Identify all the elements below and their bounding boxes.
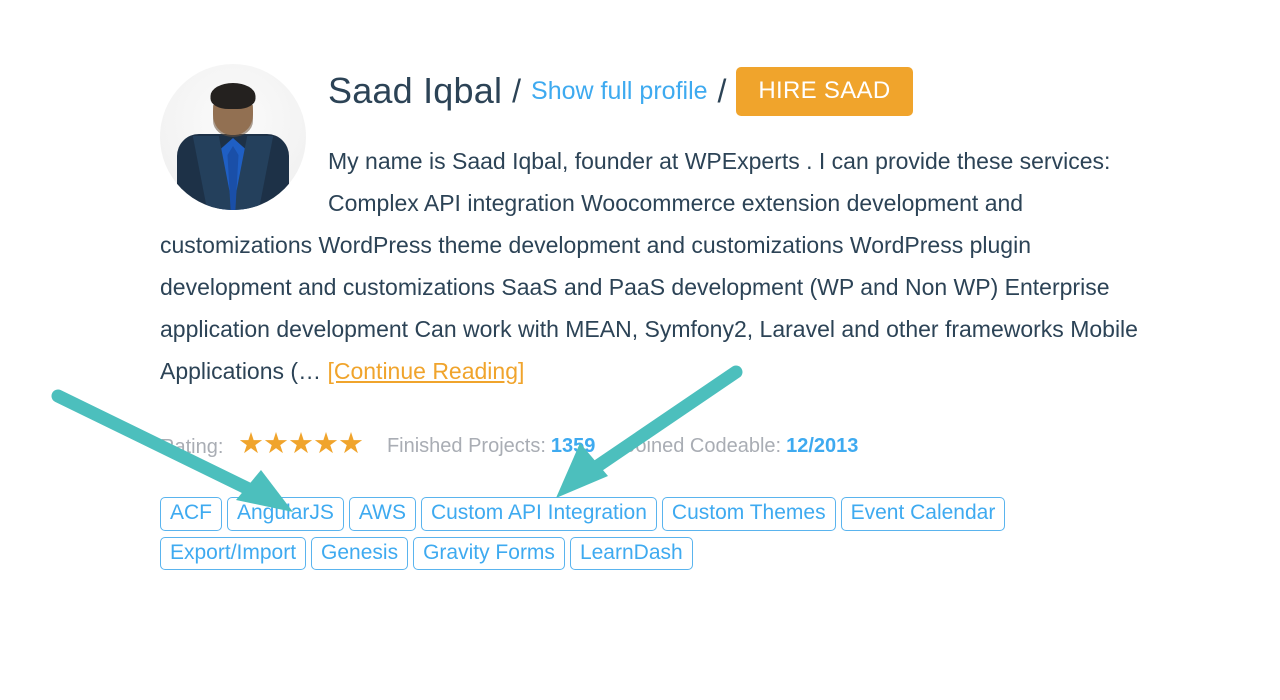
star-icon: ★: [312, 428, 339, 460]
star-icon: ★: [262, 428, 289, 460]
finished-projects-stat: Finished Projects: 1359: [387, 435, 595, 458]
skill-tag[interactable]: AWS: [348, 497, 416, 531]
skill-tag[interactable]: ACF: [160, 497, 222, 531]
finished-projects-value: 1359: [550, 435, 596, 457]
avatar-photo: [160, 64, 306, 210]
star-icon: ★: [337, 428, 364, 460]
finished-projects-label: Finished Projects:: [386, 435, 546, 457]
profile-bio-text: My name is Saad Iqbal, founder at WPExpe…: [160, 148, 1138, 384]
skill-tag[interactable]: AngularJS: [227, 497, 344, 531]
joined-codeable-label: Joined Codeable:: [625, 435, 782, 457]
skill-tag[interactable]: Genesis: [311, 536, 409, 571]
skill-tag-list: ACF AngularJS AWS Custom API Integration Cus…: [160, 497, 1105, 571]
profile-bio: My name is Saad Iqbal, founder at WPExpe…: [160, 140, 1150, 392]
avatar-hair: [210, 82, 256, 109]
page-title: Saad Iqbal: [328, 70, 503, 111]
show-full-profile-link[interactable]: Show full profile: [531, 77, 707, 106]
skill-tag[interactable]: Custom Themes: [661, 497, 836, 531]
profile-stats-row: Rating: ★ ★ ★ ★ ★ Finished Projects: 1359…: [160, 428, 1150, 460]
name-separator-2: /: [717, 72, 727, 109]
continue-reading-link[interactable]: [Continue Reading]: [327, 358, 524, 384]
skill-tag[interactable]: Gravity Forms: [413, 536, 565, 571]
rating-stars: ★ ★ ★ ★ ★: [237, 428, 364, 460]
star-icon: ★: [287, 428, 314, 460]
rating-stat: Rating: ★ ★ ★ ★ ★: [160, 428, 364, 460]
profile-header-row: Saad Iqbal / Show full profile / HIRE SA…: [328, 60, 1150, 122]
rating-label: Rating:: [160, 436, 224, 458]
freelancer-profile-card: Saad Iqbal / Show full profile / HIRE SA…: [160, 60, 1150, 571]
star-icon: ★: [237, 428, 264, 460]
joined-codeable-stat: Joined Codeable: 12/2013: [625, 435, 858, 458]
skill-tag[interactable]: Event Calendar: [840, 497, 1006, 531]
joined-codeable-value: 12/2013: [786, 435, 859, 457]
skill-tag[interactable]: LearnDash: [569, 536, 693, 571]
skill-tag[interactable]: Export/Import: [160, 536, 307, 571]
avatar[interactable]: [160, 64, 306, 210]
hire-button[interactable]: HIRE SAAD: [736, 66, 913, 116]
skill-tag[interactable]: Custom API Integration: [420, 497, 657, 531]
avatar-beard: [213, 104, 253, 137]
name-separator-1: /: [512, 72, 522, 109]
